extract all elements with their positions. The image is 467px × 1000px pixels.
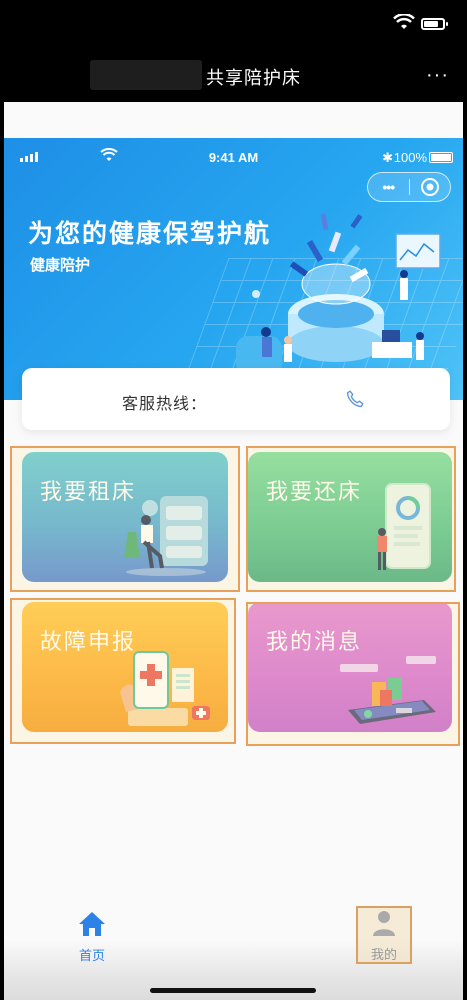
battery-icon xyxy=(421,18,448,30)
capsule-close-button[interactable] xyxy=(409,177,450,197)
bluetooth-icon: ✱ xyxy=(382,150,393,165)
tab-home-label: 首页 xyxy=(78,948,105,963)
wifi-icon xyxy=(393,13,415,35)
page-title: 共享陪护床 xyxy=(206,68,301,88)
banner-subtitle: 健康陪护 xyxy=(30,257,91,274)
medical-lab-illustration xyxy=(236,213,441,376)
battery-icon xyxy=(429,152,453,163)
my-messages-card[interactable]: 我的消息 xyxy=(248,602,452,732)
banner-slogan: 为您的健康保驾护航 xyxy=(28,219,272,248)
banner: 9:41 AM ✱ 100% ••• 为您的健康保驾护航 健康陪护 xyxy=(4,138,463,400)
navigation-bar: 共享陪护床 ··· xyxy=(0,50,467,102)
bed-rental-illustration xyxy=(124,496,208,576)
tab-mine[interactable]: 我的 xyxy=(356,906,412,964)
home-indicator[interactable] xyxy=(150,988,316,993)
rent-bed-card[interactable]: 我要租床 xyxy=(22,452,228,582)
return-bed-title: 我要还床 xyxy=(266,479,363,504)
hotline-bar[interactable]: 客服热线： xyxy=(22,368,450,430)
home-icon xyxy=(79,912,105,936)
outer-status-bar xyxy=(0,0,467,50)
app-frame: 9:41 AM ✱ 100% ••• 为您的健康保驾护航 健康陪护 客服热线： … xyxy=(4,102,463,1000)
target-icon xyxy=(420,178,439,196)
smartphone-shopping-illustration xyxy=(340,656,436,724)
return-bed-card[interactable]: 我要还床 xyxy=(248,452,452,582)
bottom-tab-bar: 首页 我的 xyxy=(4,902,463,1000)
hotline-label: 客服热线： xyxy=(122,396,208,413)
medical-phone-illustration xyxy=(120,651,210,726)
inner-status-bar: 9:41 AM ✱ 100% xyxy=(4,148,463,168)
phone-checkin-illustration xyxy=(377,483,431,570)
user-icon xyxy=(373,911,395,936)
capsule-menu-button[interactable]: ••• xyxy=(368,179,409,195)
tab-mine-label: 我的 xyxy=(370,947,397,962)
miniprogram-capsule: ••• xyxy=(367,172,451,202)
battery-percent: 100% xyxy=(393,150,427,165)
fault-report-card[interactable]: 故障申报 xyxy=(22,602,228,732)
phone-icon[interactable] xyxy=(344,388,366,415)
more-button[interactable]: ··· xyxy=(426,64,449,87)
tab-home[interactable]: 首页 xyxy=(68,910,116,964)
